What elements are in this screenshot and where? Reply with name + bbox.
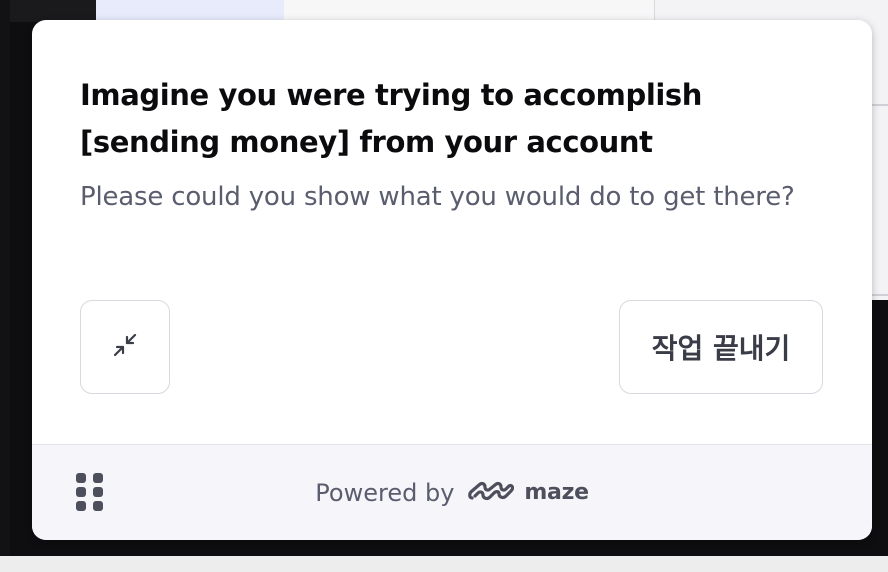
- task-prompt: Imagine you were trying to accomplish [s…: [80, 72, 824, 221]
- task-instructions: Please could you show what you would do …: [80, 182, 795, 212]
- maze-brand: maze: [468, 479, 589, 507]
- widget-footer: Powered by maze: [32, 444, 872, 540]
- minimize-arrows-icon: [112, 332, 138, 362]
- background-nav-item: [96, 0, 284, 22]
- background-sidebar-edge: [0, 0, 96, 22]
- minimize-button[interactable]: [80, 300, 170, 394]
- powered-by-label: Powered by: [315, 478, 455, 507]
- maze-brand-text: maze: [524, 480, 589, 505]
- finish-task-button[interactable]: 작업 끝내기: [619, 300, 823, 394]
- background-bottom-bar: [0, 556, 888, 572]
- background-page-area: [284, 0, 654, 22]
- maze-logo-icon: [468, 479, 515, 507]
- task-title: Imagine you were trying to accomplish [s…: [80, 72, 824, 166]
- task-title-line2: [sending money] from your account: [80, 125, 653, 159]
- maze-task-widget: Imagine you were trying to accomplish [s…: [32, 20, 872, 540]
- background-frame-edge: [0, 0, 10, 572]
- powered-by: Powered by maze: [32, 445, 872, 540]
- task-title-line1: Imagine you were trying to accomplish: [80, 78, 703, 112]
